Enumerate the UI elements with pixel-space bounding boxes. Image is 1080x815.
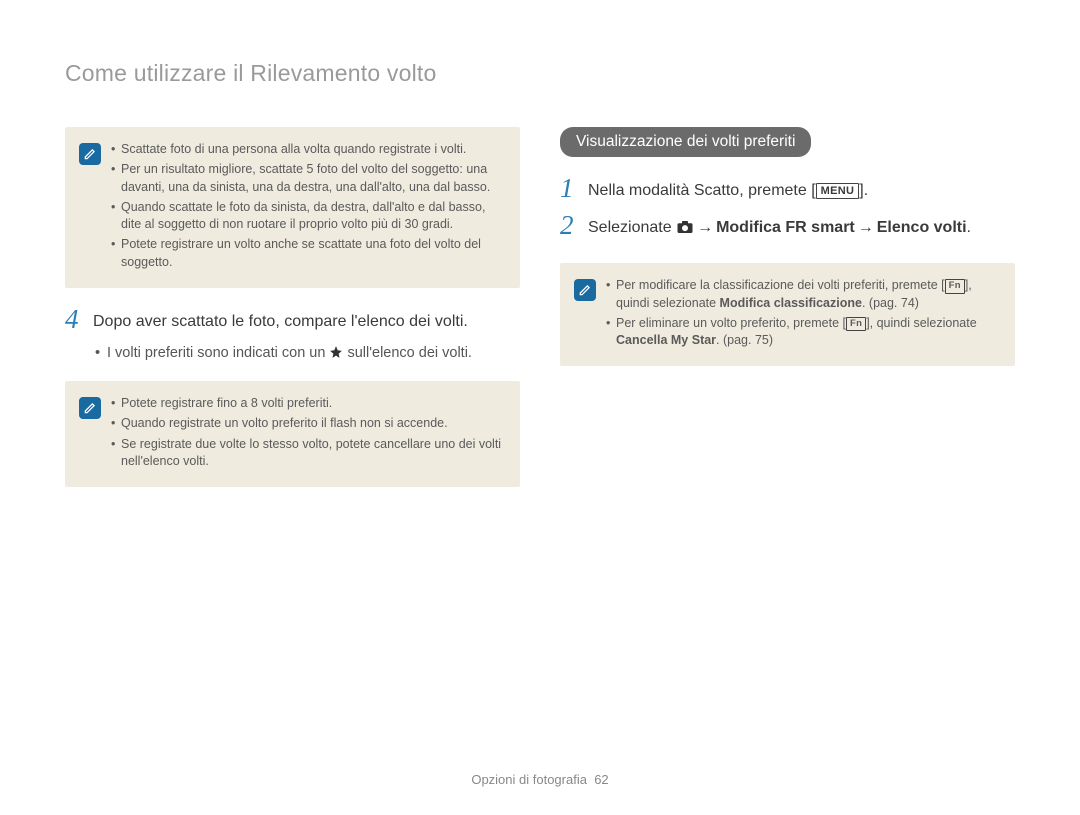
manual-page: Come utilizzare il Rilevamento volto Sca… xyxy=(0,0,1080,815)
note-box-3: Per modificare la classificazione dei vo… xyxy=(560,263,1015,366)
section-header: Visualizzazione dei volti preferiti xyxy=(560,127,811,157)
note-item: Scattate foto di una persona alla volta … xyxy=(111,141,504,158)
left-column: Scattate foto di una persona alla volta … xyxy=(65,127,520,505)
note-box-2: Potete registrare fino a 8 volti preferi… xyxy=(65,381,520,487)
fn-key: Fn xyxy=(846,317,866,331)
note-item: Per un risultato migliore, scattate 5 fo… xyxy=(111,161,504,196)
note-item: Potete registrare fino a 8 volti preferi… xyxy=(111,395,504,412)
note-item: Per modificare la classificazione dei vo… xyxy=(606,277,999,312)
fn-key: Fn xyxy=(945,279,965,293)
note-item: Quando scattate le foto da sinista, da d… xyxy=(111,199,504,234)
page-footer: Opzioni di fotografia 62 xyxy=(0,772,1080,787)
footer-section: Opzioni di fotografia xyxy=(471,772,587,787)
step-sub-item: I volti preferiti sono indicati con un s… xyxy=(95,343,520,365)
note-item: Potete registrare un volto anche se scat… xyxy=(111,236,504,271)
step-number: 2 xyxy=(560,212,578,239)
menu-key: MENU xyxy=(816,183,860,199)
step-4: 4 Dopo aver scattato le foto, compare l'… xyxy=(65,306,520,333)
note-item: Se registrate due volte lo stesso volto,… xyxy=(111,436,504,471)
page-title: Come utilizzare il Rilevamento volto xyxy=(65,60,1015,87)
note-item: Quando registrate un volto preferito il … xyxy=(111,415,504,432)
note-body: Potete registrare fino a 8 volti preferi… xyxy=(111,395,504,473)
note-body: Per modificare la classificazione dei vo… xyxy=(606,277,999,352)
step-text: Nella modalità Scatto, premete [MENU]. xyxy=(588,175,1015,202)
step-number: 4 xyxy=(65,306,83,333)
step-sub-list: I volti preferiti sono indicati con un s… xyxy=(95,343,520,365)
step-1: 1 Nella modalità Scatto, premete [MENU]. xyxy=(560,175,1015,202)
star-icon xyxy=(329,345,343,365)
step-2: 2 Selezionate →Modifica FR smart→Elenco … xyxy=(560,212,1015,241)
note-item: Per eliminare un volto preferito, premet… xyxy=(606,315,999,350)
pencil-note-icon xyxy=(79,397,101,419)
pencil-note-icon xyxy=(574,279,596,301)
step-text: Selezionate →Modifica FR smart→Elenco vo… xyxy=(588,212,1015,241)
columns: Scattate foto di una persona alla volta … xyxy=(65,127,1015,505)
pencil-note-icon xyxy=(79,143,101,165)
step-text: Dopo aver scattato le foto, compare l'el… xyxy=(93,306,520,333)
footer-page-number: 62 xyxy=(594,772,608,787)
note-body: Scattate foto di una persona alla volta … xyxy=(111,141,504,274)
camera-icon xyxy=(676,218,694,241)
right-column: Visualizzazione dei volti preferiti 1 Ne… xyxy=(560,127,1015,505)
note-box-1: Scattate foto di una persona alla volta … xyxy=(65,127,520,288)
step-number: 1 xyxy=(560,175,578,202)
